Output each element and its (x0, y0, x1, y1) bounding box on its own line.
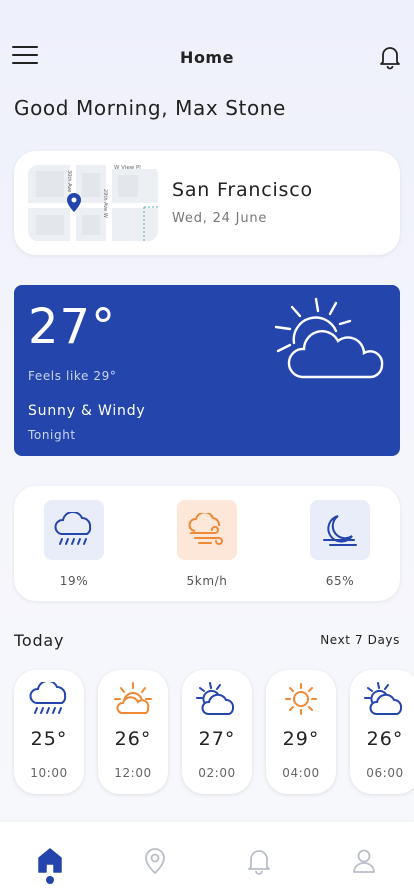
today-heading: Today (14, 631, 65, 650)
next-7-days-link[interactable]: Next 7 Days (320, 633, 400, 647)
active-tab-indicator (46, 876, 54, 884)
current-weather-card: 27° Feels like 29° Sunny & Windy Tonight (14, 285, 400, 456)
bell-icon[interactable] (378, 44, 402, 70)
hourly-temp: 27° (198, 728, 236, 750)
sun-cloud-icon (272, 297, 392, 389)
hourly-time: 06:00 (366, 766, 404, 780)
hourly-card[interactable]: 25° 10:00 (14, 670, 84, 794)
wind-value: 5km/h (186, 574, 228, 588)
precipitation-stat: 19% (44, 500, 104, 588)
map-street-label: 30th Ave (66, 170, 72, 192)
weather-condition: Sunny & Windy (28, 403, 146, 419)
map-street-label: W View Pl (114, 165, 141, 171)
current-temperature: 27° (28, 299, 117, 355)
hourly-time: 10:00 (30, 766, 68, 780)
hourly-card[interactable]: 29° 04:00 (266, 670, 336, 794)
humidity-stat: 65% (310, 500, 370, 588)
sun-cloud-icon (364, 682, 406, 716)
hourly-card[interactable]: 26° 12:00 (98, 670, 168, 794)
map-street-label: 29th Ave W (102, 189, 108, 218)
wind-stat: 5km/h (177, 500, 237, 588)
hourly-card[interactable]: 26° 06:00 (350, 670, 414, 794)
moon-icon (310, 500, 370, 560)
bell-icon[interactable] (245, 846, 273, 876)
hourly-card[interactable]: 27° 02:00 (182, 670, 252, 794)
hourly-temp: 26° (366, 728, 404, 750)
profile-icon[interactable] (350, 846, 378, 876)
city-name: San Francisco (172, 179, 313, 201)
hourly-time: 12:00 (114, 766, 152, 780)
hourly-temp: 26° (114, 728, 152, 750)
rain-icon (44, 500, 104, 560)
bottom-navigation (0, 822, 414, 896)
current-date: Wed, 24 June (172, 211, 268, 226)
page-title: Home (180, 48, 234, 67)
humidity-value: 65% (325, 574, 355, 588)
app-header: Home (0, 40, 414, 76)
home-icon[interactable] (36, 846, 64, 876)
hourly-time: 04:00 (282, 766, 320, 780)
wind-icon (177, 500, 237, 560)
time-of-day: Tonight (28, 428, 76, 442)
sun-cloud-icon (112, 682, 154, 716)
hourly-forecast: 25° 10:00 26° 12:00 27° 02:00 29° 04:00 … (14, 670, 414, 794)
hourly-temp: 29° (282, 728, 320, 750)
rain-icon (28, 679, 70, 716)
hourly-time: 02:00 (198, 766, 236, 780)
precipitation-value: 19% (59, 574, 89, 588)
location-card[interactable]: W View Pl 30th Ave 29th Ave W San Franci… (14, 151, 400, 255)
hourly-temp: 25° (30, 728, 68, 750)
greeting-text: Good Morning, Max Stone (14, 96, 286, 120)
sun-icon (280, 682, 322, 716)
feels-like: Feels like 29° (28, 369, 117, 383)
sun-cloud-icon (196, 682, 238, 716)
map-thumbnail[interactable]: W View Pl 30th Ave 29th Ave W (28, 165, 158, 241)
location-icon[interactable] (141, 846, 169, 876)
weather-stats-card: 19% 5km/h 65% (14, 486, 400, 601)
